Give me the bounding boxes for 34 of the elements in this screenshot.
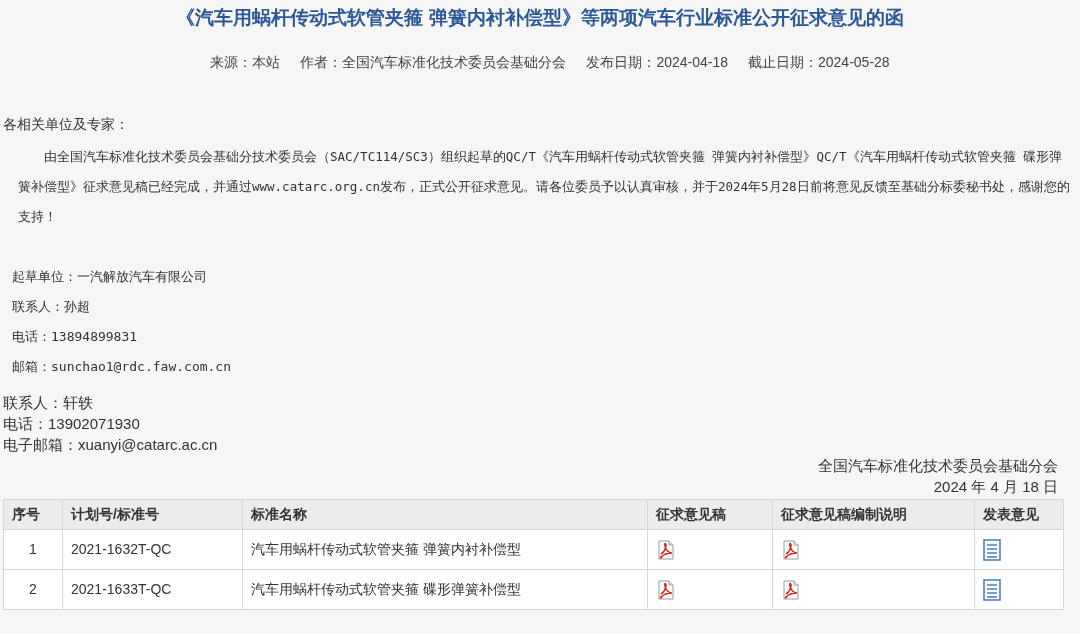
meta-text: 作者：全国汽车标准化技术委员会基础分会	[300, 53, 567, 72]
greeting-text: 各相关单位及专家：	[3, 115, 130, 134]
table-cell: 2021-1632T-QC	[62, 529, 243, 570]
contact-line: 联系人：轩轶	[3, 393, 94, 413]
contact-line: 联系人：孙超	[12, 298, 91, 316]
meta-text: 截止日期：2024-05-28	[748, 53, 890, 72]
signature-line: 全国汽车标准化技术委员会基础分会	[818, 456, 1058, 476]
table-cell: 2	[3, 569, 63, 610]
column-header: 计划号/标准号	[62, 499, 243, 530]
contact-line: 电话：13894899831	[12, 328, 139, 346]
document-icon[interactable]	[983, 578, 1001, 601]
table-cell: 2021-1633T-QC	[62, 569, 243, 610]
body-paragraph: 由全国汽车标准化技术委员会基础分技术委员会（SAC/TC114/SC3）组织起草的QC/T《汽车用蜗杆传动式软管夹箍 弹簧内衬补偿型》QC/T《汽车用蜗杆传动式软管夹箍 碟形弹簧补偿型》征求意见稿已经完成，并通过www.catarc.org.cn发布，正式公开征求意见。请各位委员予以认真审核，并于2024年5月28日前将意见反馈至基础分标委秘书处，感谢您的支持！	[18, 148, 1071, 226]
column-header: 征求意见稿	[647, 499, 773, 530]
meta-text: 发布日期：2024-04-18	[586, 53, 728, 72]
contact-line: 电话：13902071930	[3, 414, 141, 434]
document-icon[interactable]	[983, 538, 1001, 561]
table-cell: 汽车用蜗杆传动式软管夹箍 碟形弹簧补偿型	[242, 569, 648, 610]
pdf-file-icon[interactable]	[781, 579, 801, 600]
table-cell: 汽车用蜗杆传动式软管夹箍 弹簧内衬补偿型	[242, 529, 648, 570]
pdf-file-icon[interactable]	[781, 539, 801, 560]
contact-line: 电子邮箱：xuanyi@catarc.ac.cn	[3, 435, 219, 455]
contact-line: 邮箱：sunchao1@rdc.faw.com.cn	[12, 358, 232, 376]
pdf-file-icon[interactable]	[656, 579, 676, 600]
meta-text: 来源：本站	[210, 53, 281, 72]
article-title: 《汽车用蜗杆传动式软管夹箍 弹簧内衬补偿型》等两项汽车行业标准公开征求意见的函	[175, 6, 905, 30]
pdf-file-icon[interactable]	[656, 539, 676, 560]
column-header: 标准名称	[242, 499, 648, 530]
column-header: 征求意见稿编制说明	[772, 499, 975, 530]
column-header: 发表意见	[974, 499, 1064, 530]
table-cell: 1	[3, 529, 63, 570]
signature-line: 2024 年 4 月 18 日	[933, 477, 1058, 497]
contact-line: 起草单位：一汽解放汽车有限公司	[12, 268, 208, 286]
column-header: 序号	[3, 499, 63, 530]
